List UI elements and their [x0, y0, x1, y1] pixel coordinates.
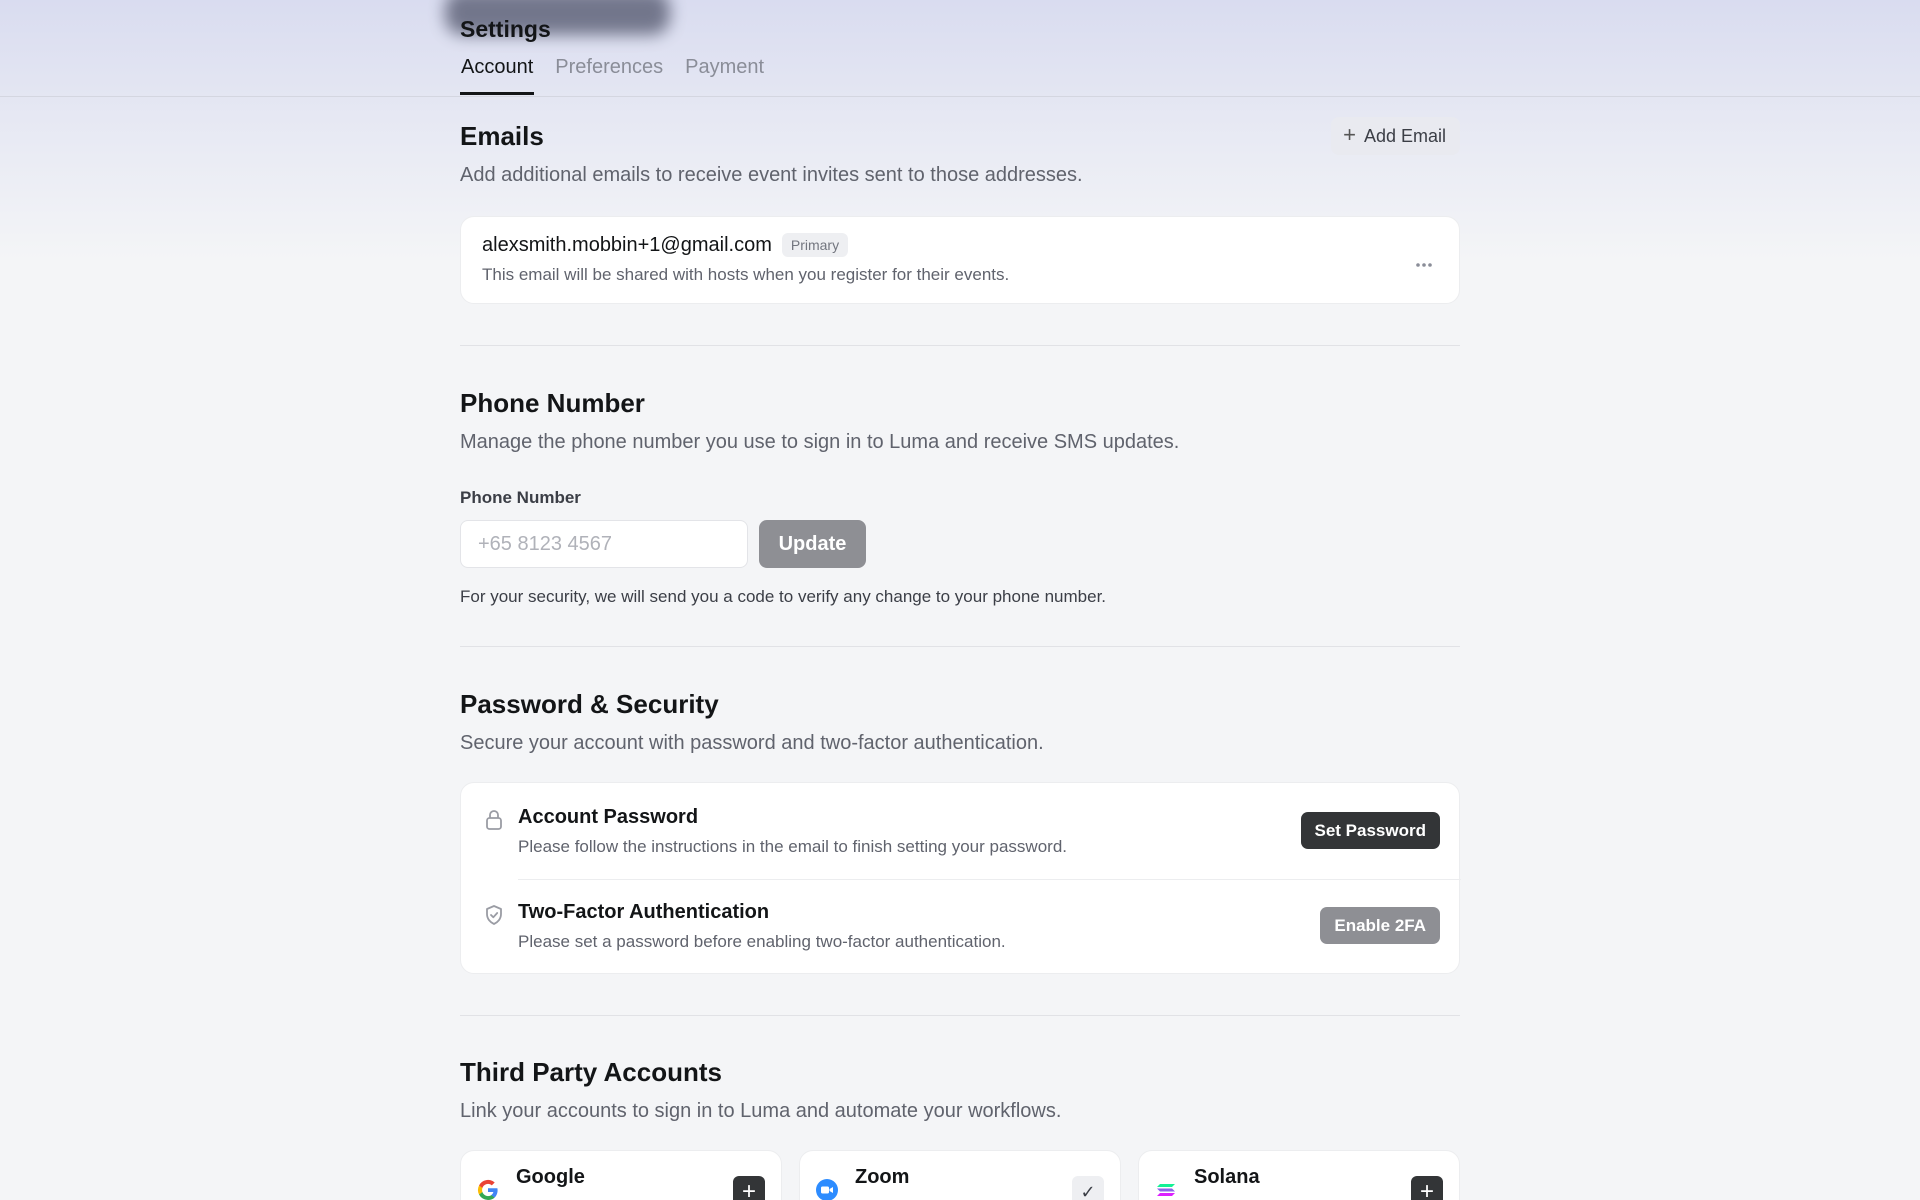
tab-account[interactable]: Account [460, 56, 535, 95]
set-password-button[interactable]: Set Password [1300, 812, 1440, 849]
divider [460, 646, 1460, 647]
account-password-description: Please follow the instructions in the em… [518, 837, 1067, 856]
phone-field-label: Phone Number [460, 488, 581, 507]
phone-note: For your security, we will send you a co… [460, 587, 1107, 606]
shield-icon [484, 904, 504, 926]
emails-title: Emails [460, 121, 544, 151]
two-factor-row: Two-Factor Authentication Please set a p… [461, 879, 1461, 975]
tab-preferences[interactable]: Preferences [554, 56, 664, 95]
third-party-title: Third Party Accounts [460, 1057, 722, 1087]
solana-account-card: Solana + [1138, 1150, 1460, 1200]
emails-section: Emails Add additional emails to receive … [460, 121, 1460, 187]
primary-badge: Primary [781, 233, 849, 257]
account-password-row: Account Password Please follow the instr… [461, 783, 1461, 880]
zoom-account-card: Zoom ✓ [799, 1150, 1121, 1200]
two-factor-title: Two-Factor Authentication [518, 901, 770, 923]
enable-2fa-button[interactable]: Enable 2FA [1320, 907, 1440, 944]
zoom-name: Zoom [855, 1166, 910, 1188]
plus-icon: + [1343, 122, 1356, 147]
security-card: Account Password Please follow the instr… [460, 782, 1461, 975]
third-party-section: Third Party Accounts Link your accounts … [460, 1057, 1460, 1123]
security-title: Password & Security [460, 689, 719, 719]
divider [460, 1015, 1460, 1016]
page-title: Settings [460, 16, 551, 42]
settings-header: Settings Account Preferences Payment [0, 0, 1920, 97]
add-solana-button[interactable]: + [1411, 1176, 1443, 1200]
solana-icon [1154, 1178, 1178, 1200]
phone-input[interactable] [460, 520, 748, 568]
security-section: Password & Security Secure your account … [460, 689, 1460, 755]
tab-payment[interactable]: Payment [684, 56, 765, 95]
google-account-card: Google + [460, 1150, 782, 1200]
settings-tabs: Account Preferences Payment [460, 56, 765, 95]
email-note: This email will be shared with hosts whe… [482, 265, 1010, 284]
phone-section: Phone Number Manage the phone number you… [460, 388, 1460, 607]
email-card: alexsmith.mobbin+1@gmail.com Primary Thi… [460, 216, 1460, 304]
account-password-title: Account Password [518, 806, 699, 828]
google-icon [476, 1178, 500, 1200]
zoom-icon [815, 1178, 839, 1200]
add-google-button[interactable]: + [733, 1176, 765, 1200]
third-party-description: Link your accounts to sign in to Luma an… [460, 1100, 1062, 1122]
zoom-connected-check-icon[interactable]: ✓ [1072, 1176, 1104, 1200]
email-address: alexsmith.mobbin+1@gmail.com [482, 233, 772, 256]
more-options-icon[interactable] [1415, 251, 1433, 274]
divider [460, 345, 1460, 346]
google-name: Google [516, 1166, 585, 1188]
emails-description: Add additional emails to receive event i… [460, 164, 1083, 186]
two-factor-description: Please set a password before enabling tw… [518, 932, 1006, 951]
lock-icon [484, 809, 504, 831]
third-party-cards: Google + Zoom ✓ Solana + [460, 1150, 1460, 1200]
update-button[interactable]: Update [759, 520, 866, 568]
phone-description: Manage the phone number you use to sign … [460, 431, 1180, 453]
solana-name: Solana [1194, 1166, 1260, 1188]
add-email-label: Add Email [1363, 125, 1446, 146]
phone-title: Phone Number [460, 388, 645, 418]
security-description: Secure your account with password and tw… [460, 732, 1044, 754]
add-email-button[interactable]: + Add Email [1331, 117, 1460, 155]
